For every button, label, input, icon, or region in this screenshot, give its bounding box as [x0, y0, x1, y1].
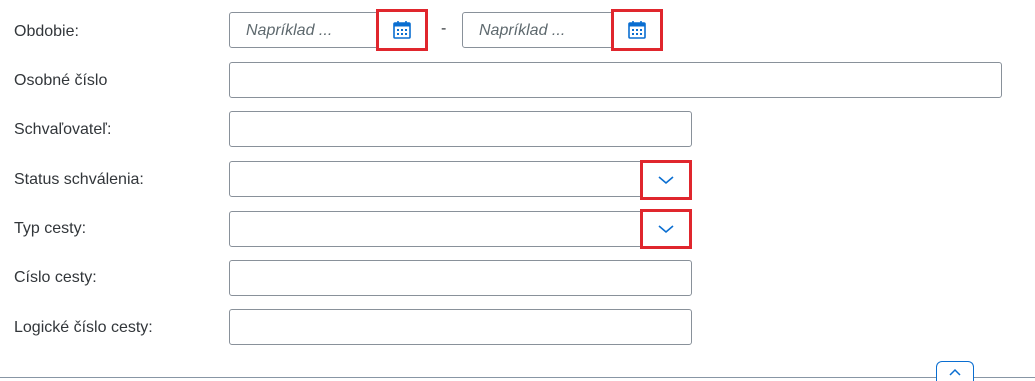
personal-number-field[interactable] — [229, 62, 1002, 98]
trip-number-field[interactable] — [229, 260, 692, 296]
trip-number-label: Císlo cesty: — [14, 269, 97, 286]
period-from-placeholder: Napríklad ... — [246, 22, 333, 39]
approval-status-label: Status schválenia: — [14, 171, 144, 188]
collapse-filter-button[interactable] — [936, 361, 974, 381]
chevron-down-icon — [658, 176, 674, 185]
approver-field[interactable] — [229, 111, 692, 147]
approval-status-select[interactable] — [229, 161, 692, 197]
logical-trip-number-label: Logické číslo cesty: — [14, 319, 153, 336]
approval-status-dropdown-button[interactable] — [640, 160, 692, 200]
trip-type-label: Typ cesty: — [14, 220, 87, 237]
chevron-up-icon — [949, 368, 961, 376]
logical-trip-number-field[interactable] — [229, 309, 692, 345]
chevron-down-icon — [658, 225, 674, 234]
trip-type-select[interactable] — [229, 211, 692, 247]
approver-label: Schvaľovateľ: — [14, 121, 112, 138]
period-to-calendar-button[interactable] — [611, 9, 663, 51]
period-separator: - — [441, 20, 447, 37]
calendar-icon — [628, 21, 646, 39]
period-from-calendar-button[interactable] — [376, 9, 428, 51]
period-to-placeholder: Napríklad ... — [479, 22, 566, 39]
trip-type-dropdown-button[interactable] — [640, 209, 692, 249]
period-label: Obdobie: — [14, 23, 79, 40]
calendar-icon — [393, 21, 411, 39]
personal-number-label: Osobné číslo — [14, 72, 108, 89]
